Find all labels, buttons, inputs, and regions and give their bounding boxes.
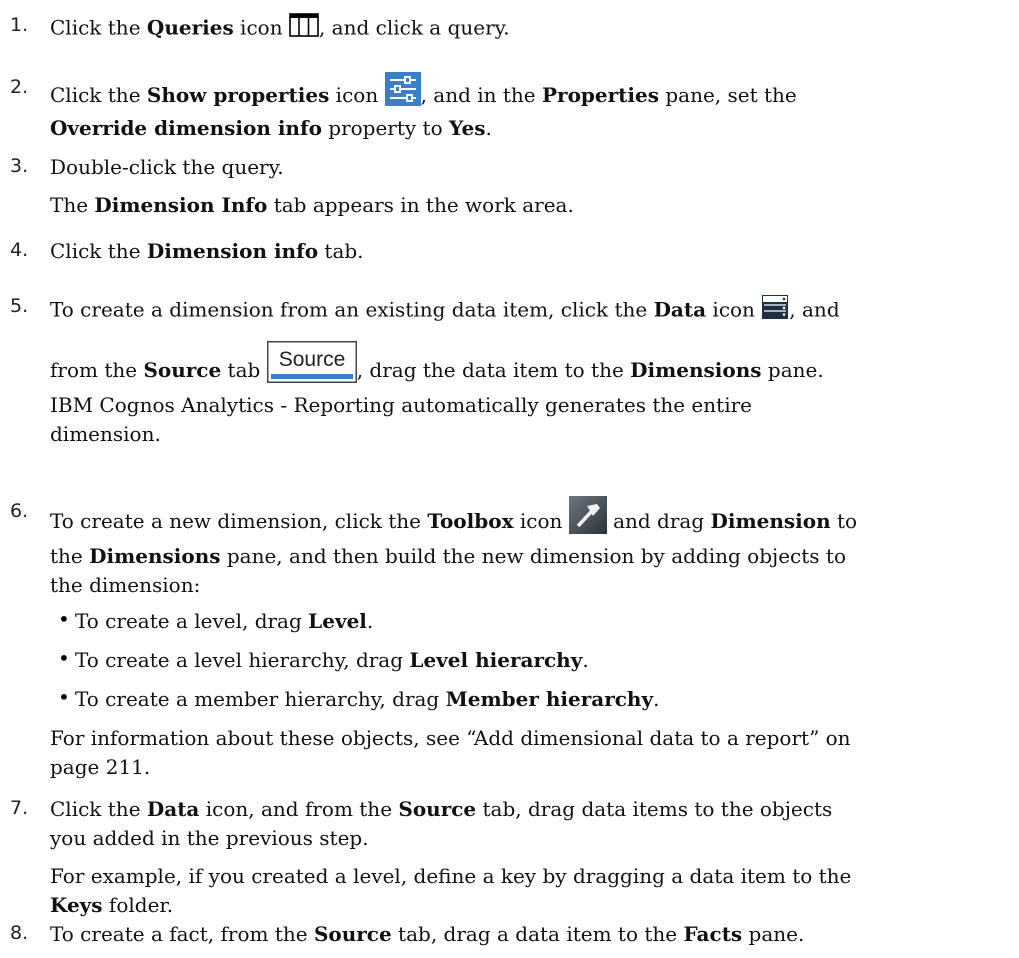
toolbox-hammer-icon — [568, 496, 607, 542]
step-number: 7. — [10, 797, 29, 819]
data-icon — [761, 293, 789, 329]
step-number: 3. — [10, 155, 29, 177]
queries-icon — [289, 12, 319, 46]
svg-text:Source: Source — [278, 348, 345, 371]
step-number: 8. — [10, 922, 29, 944]
step-number: 2. — [10, 76, 29, 98]
step-number: 4. — [10, 239, 29, 261]
step-number: 1. — [10, 14, 29, 36]
show-properties-icon — [384, 72, 421, 114]
step-number: 6. — [10, 500, 29, 522]
source-tab-icon: Source — [266, 341, 357, 391]
step-number: 5. — [10, 295, 29, 317]
